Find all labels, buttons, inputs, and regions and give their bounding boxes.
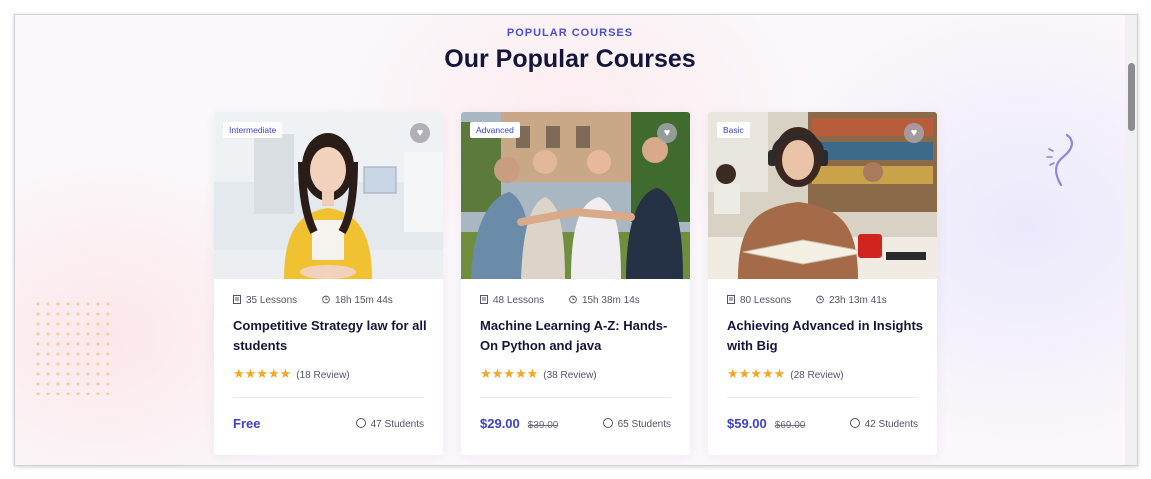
course-card[interactable]: Advanced ♥ 48 Lessons 15h 38m 14s Machin… [461, 112, 690, 455]
course-duration: 23h 13m 41s [816, 295, 887, 306]
card-divider [480, 397, 671, 398]
clock-icon [569, 295, 577, 304]
original-price: $39.00 [527, 420, 559, 431]
current-price: Free [233, 416, 261, 431]
clock-icon [816, 295, 824, 304]
card-divider [233, 397, 424, 398]
lesson-count: 80 Lessons [727, 295, 791, 306]
course-rating: ★★★★★ (28 Review) [727, 366, 844, 382]
level-badge: Advanced [470, 122, 520, 138]
decorative-dot-pattern [33, 299, 109, 395]
course-rating: ★★★★★ (38 Review) [480, 366, 597, 382]
lesson-count: 35 Lessons [233, 295, 297, 306]
user-icon [849, 418, 860, 428]
level-badge: Intermediate [223, 122, 283, 138]
course-card[interactable]: Basic ♥ 80 Lessons 23h 13m 41s Achieving… [708, 112, 937, 455]
student-count: 47 Students [355, 418, 424, 430]
course-meta: 35 Lessons 18h 15m 44s [233, 295, 415, 306]
wishlist-heart-icon[interactable]: ♥ [657, 123, 677, 143]
course-card[interactable]: Intermediate ♥ 35 Lessons 18h 15m 44s Co… [214, 112, 443, 455]
course-meta: 80 Lessons 23h 13m 41s [727, 295, 909, 306]
current-price: $59.00 [727, 416, 767, 431]
course-title[interactable]: Achieving Advanced in Insights with Big [727, 316, 923, 356]
book-icon [233, 295, 241, 304]
section-tagline: POPULAR COURSES [506, 27, 634, 39]
lesson-count-text: 35 Lessons [246, 295, 298, 306]
review-count: (18 Review) [296, 370, 350, 381]
star-rating-icons: ★★★★★ [727, 366, 786, 381]
wishlist-heart-icon[interactable]: ♥ [904, 123, 924, 143]
course-rating: ★★★★★ (18 Review) [233, 366, 350, 382]
original-price: $69.00 [774, 420, 806, 431]
section-title: Our Popular Courses [444, 45, 696, 73]
review-count: (38 Review) [543, 370, 597, 381]
course-title[interactable]: Competitive Strategy law for all student… [233, 316, 429, 356]
course-duration-text: 18h 15m 44s [334, 295, 393, 306]
course-duration-text: 23h 13m 41s [828, 295, 887, 306]
card-divider [727, 397, 918, 398]
student-count: 42 Students [849, 418, 918, 430]
current-price: $29.00 [480, 416, 520, 431]
book-icon [480, 295, 488, 304]
lesson-count: 48 Lessons [480, 295, 544, 306]
user-icon [602, 418, 613, 428]
course-price: $59.00 $69.00 [727, 416, 805, 431]
student-count-text: 47 Students [370, 419, 424, 430]
course-duration: 18h 15m 44s [322, 295, 393, 306]
star-rating-icons: ★★★★★ [480, 366, 539, 381]
browser-viewport: POPULAR COURSES Our Popular Courses Inte [14, 14, 1138, 466]
lesson-count-text: 48 Lessons [493, 295, 545, 306]
course-duration-text: 15h 38m 14s [581, 295, 640, 306]
book-icon [727, 295, 735, 304]
student-count: 65 Students [602, 418, 671, 430]
wishlist-heart-icon[interactable]: ♥ [410, 123, 430, 143]
scrollbar-thumb[interactable] [1128, 63, 1135, 131]
course-image[interactable]: Intermediate ♥ [214, 112, 443, 279]
course-title[interactable]: Machine Learning A-Z: Hands-On Python an… [480, 316, 676, 356]
course-price: $29.00 $39.00 [480, 416, 558, 431]
course-price: Free [233, 416, 260, 431]
course-duration: 15h 38m 14s [569, 295, 640, 306]
level-badge: Basic [717, 122, 750, 138]
review-count: (28 Review) [790, 370, 844, 381]
student-count-text: 42 Students [864, 419, 918, 430]
user-icon [355, 418, 366, 428]
clock-icon [322, 295, 330, 304]
course-image[interactable]: Advanced ♥ [461, 112, 690, 279]
student-count-text: 65 Students [617, 419, 671, 430]
course-meta: 48 Lessons 15h 38m 14s [480, 295, 662, 306]
lesson-count-text: 80 Lessons [740, 295, 792, 306]
star-rating-icons: ★★★★★ [233, 366, 292, 381]
vertical-scrollbar[interactable] [1125, 15, 1137, 465]
course-image[interactable]: Basic ♥ [708, 112, 937, 279]
squiggle-decoration-icon [1046, 133, 1073, 187]
